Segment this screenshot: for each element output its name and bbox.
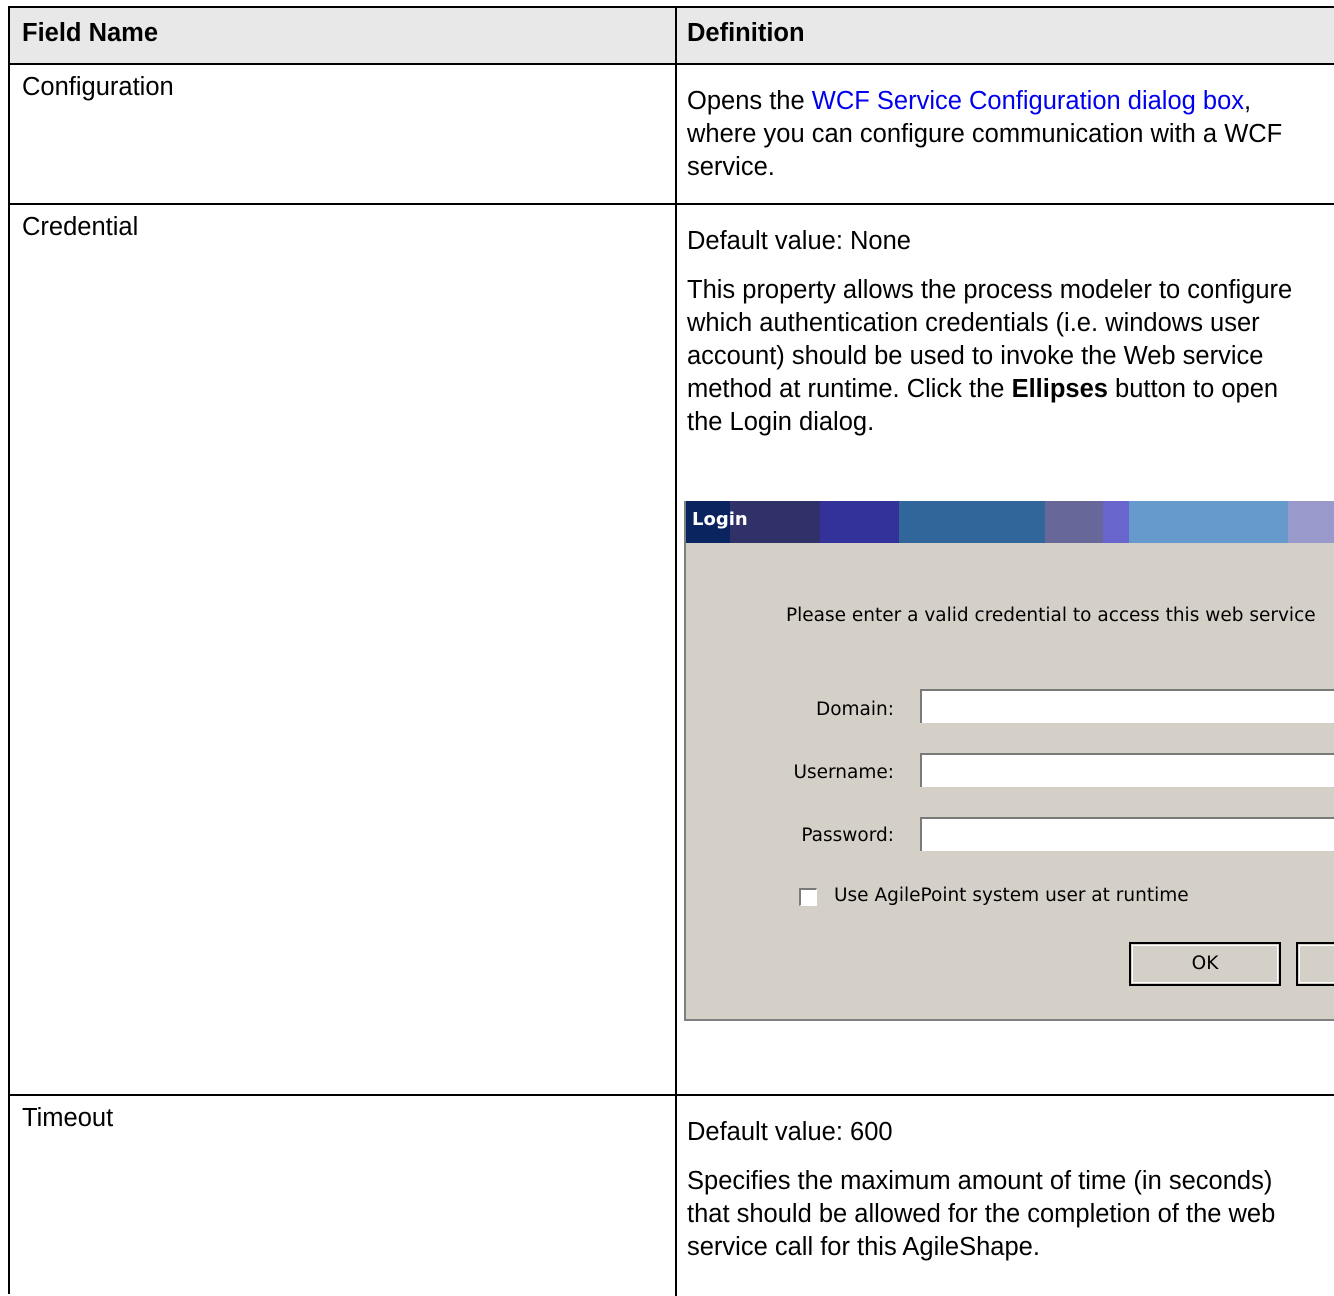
table-row-configuration-field: Configuration — [10, 65, 677, 110]
field-name-configuration: Configuration — [22, 73, 174, 101]
table-row-credential-field: Credential — [10, 205, 677, 250]
header-field-name: Field Name — [10, 8, 677, 63]
system-user-checkbox[interactable] — [799, 888, 817, 906]
credential-description: This property allows the process modeler… — [687, 276, 1293, 436]
titlebar-segment — [1044, 501, 1103, 543]
login-title: Login — [692, 509, 748, 530]
table-row-credential-definition: Default value: None This property allows… — [677, 205, 1317, 439]
password-label: Password: — [801, 825, 894, 846]
cancel-button[interactable] — [1296, 942, 1334, 986]
titlebar-segment — [1288, 501, 1334, 543]
header-definition-text: Definition — [687, 19, 805, 47]
row-divider-2 — [10, 1094, 1334, 1096]
table-row-configuration-definition: Opens the WCF Service Configuration dial… — [677, 65, 1317, 184]
titlebar-segment — [819, 501, 900, 543]
wcf-config-link[interactable]: WCF Service Configuration dialog box — [812, 87, 1244, 115]
timeout-description: Specifies the maximum amount of time (in… — [687, 1167, 1276, 1261]
login-dialog: Login Please enter a valid credential to… — [684, 501, 1334, 1021]
table-row-timeout-definition: Default value: 600 Specifies the maximum… — [677, 1096, 1317, 1264]
header-definition: Definition — [677, 8, 1334, 63]
ellipses-bold: Ellipses — [1011, 375, 1108, 403]
username-label: Username: — [793, 762, 894, 783]
header-divider — [10, 63, 1334, 65]
row-divider-1 — [10, 203, 1334, 205]
table-row-timeout-field: Timeout — [10, 1096, 677, 1141]
password-field[interactable] — [920, 817, 1334, 851]
configuration-description: Opens the WCF Service Configuration dial… — [687, 87, 1283, 181]
timeout-default-value: Default value: 600 — [687, 1118, 893, 1146]
titlebar-segment — [1102, 501, 1129, 543]
field-name-credential: Credential — [22, 213, 139, 241]
system-user-checkbox-label: Use AgilePoint system user at runtime — [834, 885, 1189, 906]
credential-default-value: Default value: None — [687, 227, 911, 255]
field-name-timeout: Timeout — [22, 1104, 114, 1132]
ok-button[interactable]: OK — [1129, 942, 1281, 986]
titlebar-segment — [1128, 501, 1289, 543]
domain-label: Domain: — [815, 699, 894, 720]
login-titlebar: Login — [686, 501, 1334, 543]
login-message: Please enter a valid credential to acces… — [786, 605, 1316, 626]
header-field-name-text: Field Name — [22, 19, 159, 47]
column-divider — [675, 8, 677, 1296]
titlebar-segment — [899, 501, 1045, 543]
domain-field[interactable] — [920, 689, 1334, 723]
username-field[interactable] — [920, 753, 1334, 787]
